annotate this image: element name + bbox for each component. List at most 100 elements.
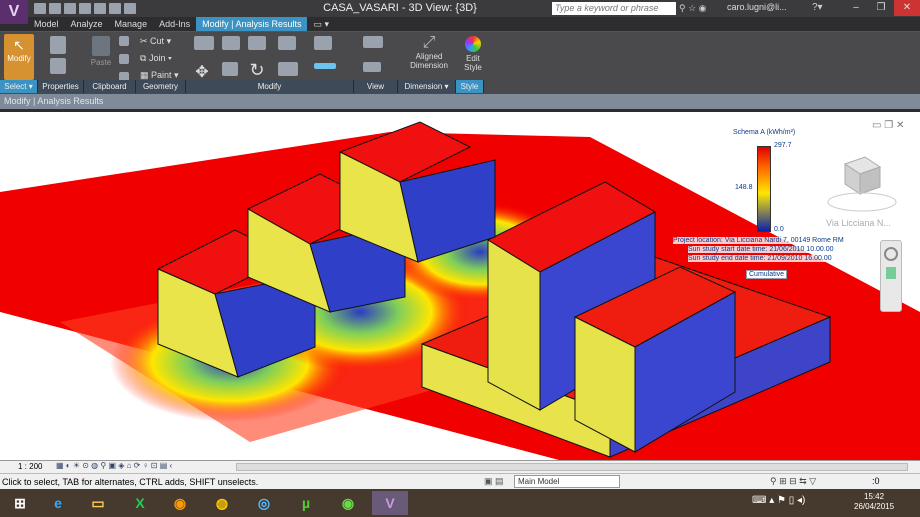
worksets-icon[interactable]: ▣ ▤ xyxy=(484,476,508,487)
tab-modify-analysis-results[interactable]: Modify | Analysis Results xyxy=(196,17,308,31)
save-icon[interactable] xyxy=(49,3,61,14)
view-control-bar: 1 : 200 ▦ ◐ ☀ ⊙ ◍ ⚲ ▣ ◈ ⌂ ⟳ ♀ ⊡ ▤ ‹ xyxy=(0,460,920,473)
selection-count: :0 xyxy=(872,476,880,486)
system-tray-icons[interactable]: ⌨ ▴ ⚑ ▯ ◂) xyxy=(752,495,805,506)
help-tools-icon[interactable]: ⚲ ☆ ◉ xyxy=(679,3,719,14)
chrome-icon[interactable]: ◍ xyxy=(204,491,240,515)
type-properties-icon xyxy=(50,58,66,74)
paint-label: Paint xyxy=(151,70,172,80)
internet-explorer-icon[interactable]: e xyxy=(40,491,76,515)
properties-icon xyxy=(50,36,66,54)
panel-clipboard: Clipboard xyxy=(84,80,136,93)
cursor-arrow-icon: ↖ xyxy=(13,37,25,53)
scissors-icon: ✂ xyxy=(140,36,151,46)
firefox-icon[interactable]: ◉ xyxy=(162,491,198,515)
array-icon[interactable] xyxy=(312,36,334,56)
view-control-icons[interactable]: ▦ ◐ ☀ ⊙ ◍ ⚲ ▣ ◈ ⌂ ⟳ ♀ ⊡ ▤ ‹ xyxy=(56,461,172,470)
legend-mid: 148.8 xyxy=(735,184,753,191)
panel-dimension[interactable]: Dimension ▾ xyxy=(398,80,456,93)
tab-model[interactable]: Model xyxy=(28,17,65,31)
help-icon[interactable]: ?▾ xyxy=(812,2,836,15)
steering-wheel-icon[interactable] xyxy=(884,247,898,261)
align-icon[interactable] xyxy=(192,36,216,56)
vasari-taskbar-icon[interactable]: V xyxy=(372,491,408,515)
split-icon[interactable] xyxy=(276,36,298,56)
application-menu-button[interactable]: V xyxy=(0,0,28,24)
steam-icon[interactable]: ◎ xyxy=(246,491,282,515)
mirror-icon[interactable] xyxy=(246,36,268,56)
undo-icon[interactable] xyxy=(64,3,76,14)
spotify-icon[interactable]: ◉ xyxy=(330,491,366,515)
join-button[interactable]: ⧉ Join ▾ xyxy=(140,53,172,64)
modify-button[interactable]: ↖ Modify xyxy=(4,34,34,80)
excel-icon[interactable]: X xyxy=(122,491,158,515)
viewport-window-controls[interactable]: ▭ ❐ ✕ xyxy=(872,120,904,131)
tab-add-ins[interactable]: Add-Ins xyxy=(153,17,196,31)
taskbar-clock[interactable]: 15:42 26/04/2015 xyxy=(854,492,894,512)
user-account[interactable]: caro.lugni@li... xyxy=(727,2,787,12)
status-bar: Click to select, TAB for alternates, CTR… xyxy=(0,473,920,489)
sun-study-end: Sun study end date time: 21/09/2010 16.0… xyxy=(688,255,832,262)
horizontal-scrollbar[interactable] xyxy=(236,463,908,471)
panel-select[interactable]: Select ▾ xyxy=(0,80,38,93)
cut-button[interactable]: ✂ Cut ▾ xyxy=(140,36,171,47)
navigation-bar[interactable] xyxy=(880,240,902,312)
3d-viewport[interactable]: Schema A (kWh/m²) 297.7 148.8 0.0 Projec… xyxy=(0,109,920,460)
properties-button[interactable] xyxy=(48,36,68,56)
aligned-dimension-label: Aligned Dimension xyxy=(410,52,448,70)
scale-icon[interactable] xyxy=(312,62,338,82)
redo-icon[interactable] xyxy=(79,3,91,14)
measure-icon[interactable] xyxy=(109,3,121,14)
options-bar: Modify | Analysis Results xyxy=(0,94,920,109)
trim-icon[interactable] xyxy=(276,62,300,82)
aligned-dimension-button[interactable]: ⤢ Aligned Dimension xyxy=(403,34,455,70)
file-explorer-icon[interactable]: ▭ xyxy=(80,491,116,515)
search-input[interactable]: Type a keyword or phrase xyxy=(552,2,676,15)
edit-style-button[interactable]: Edit Style xyxy=(459,34,487,72)
windows-start-icon[interactable]: ⊞ xyxy=(2,491,38,515)
legend-max: 297.7 xyxy=(774,142,792,149)
panel-style: Style xyxy=(456,80,484,93)
switch-windows-icon[interactable] xyxy=(124,3,136,14)
paste-label: Paste xyxy=(90,58,112,67)
cut-geometry-icon[interactable] xyxy=(118,54,130,68)
tab-manage[interactable]: Manage xyxy=(109,17,154,31)
copy-element-icon[interactable] xyxy=(220,62,240,82)
type-properties-button[interactable] xyxy=(48,58,68,76)
maximize-icon[interactable]: ❐ xyxy=(868,0,894,16)
minimize-icon[interactable]: – xyxy=(843,0,869,16)
move-icon[interactable]: ✥ xyxy=(192,62,212,82)
tab-analyze[interactable]: Analyze xyxy=(65,17,109,31)
ribbon-options-icon[interactable]: ▭ ▾ xyxy=(307,17,335,31)
analysis-scene xyxy=(0,121,920,460)
modify-label: Modify xyxy=(7,54,31,63)
copy-icon[interactable] xyxy=(118,36,130,50)
legend-min: 0.0 xyxy=(774,226,784,233)
paint-icon: ▦ xyxy=(140,70,152,80)
offset-icon[interactable] xyxy=(220,36,242,56)
utorrent-icon[interactable]: µ xyxy=(288,491,324,515)
join-label: Join xyxy=(148,53,166,63)
panel-properties: Properties xyxy=(38,80,84,93)
legend-color-bar xyxy=(757,146,771,232)
window-title: CASA_VASARI - 3D View: {3D} xyxy=(323,2,477,14)
print-icon[interactable] xyxy=(94,3,106,14)
quick-access-toolbar xyxy=(34,2,136,15)
zoom-icon[interactable] xyxy=(886,267,896,279)
panel-geometry: Geometry xyxy=(136,80,186,93)
paste-button[interactable]: Paste xyxy=(88,36,114,67)
open-icon[interactable] xyxy=(34,3,46,14)
legend-title: Schema A (kWh/m²) xyxy=(733,129,796,136)
close-icon[interactable]: ✕ xyxy=(894,0,920,16)
color-wheel-icon xyxy=(465,36,481,52)
panel-view: View xyxy=(354,80,398,93)
hide-in-view-icon[interactable] xyxy=(360,62,384,82)
app-logo: V xyxy=(8,3,20,20)
view-tools-icon[interactable] xyxy=(360,36,386,56)
viewcube-compass[interactable] xyxy=(827,192,897,212)
edit-style-label: Edit Style xyxy=(464,54,482,72)
rotate-icon[interactable]: ↻ xyxy=(246,60,268,82)
view-scale[interactable]: 1 : 200 xyxy=(18,462,42,471)
workset-dropdown[interactable]: Main Model xyxy=(514,475,620,488)
selection-filter-icons[interactable]: ⚲ ⊞ ⊟ ⇆ ▽ xyxy=(770,476,816,487)
